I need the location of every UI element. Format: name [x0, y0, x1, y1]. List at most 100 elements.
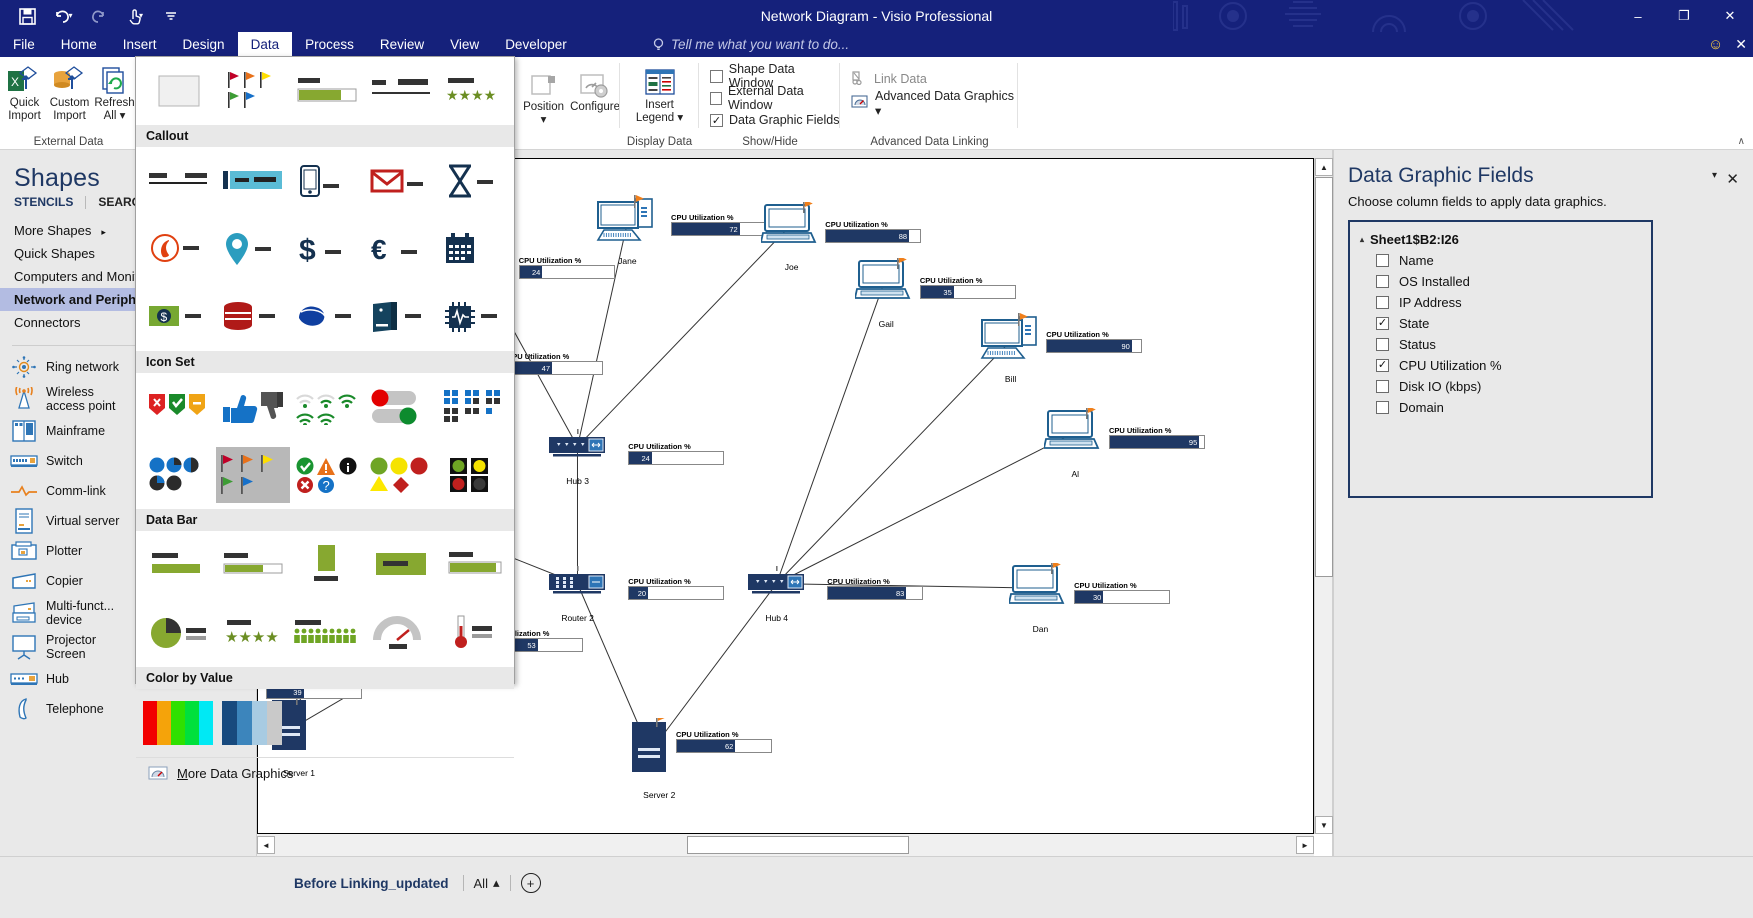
shape-item-switch[interactable]: Switch [0, 446, 128, 476]
shape-item-mainframe[interactable]: Mainframe [0, 416, 128, 446]
gallery-item-flags-iconset[interactable] [216, 447, 290, 503]
gallery-item-outline-bar-databar[interactable] [216, 537, 290, 593]
gallery-item-vertical-bar-databar[interactable] [290, 537, 364, 593]
gallery-item-hourglass-callout[interactable] [438, 153, 512, 209]
ribbon-tab-design[interactable]: Design [170, 32, 238, 57]
ribbon-tab-data[interactable]: Data [238, 32, 293, 57]
checkbox-box[interactable]: ✓ [710, 114, 723, 127]
configure-button[interactable]: Configure [570, 67, 620, 127]
field-list-box[interactable]: ▴ Sheet1$B2:I26 NameOS InstalledIP Addre… [1348, 220, 1653, 498]
sheet-node[interactable]: ▴ Sheet1$B2:I26 [1350, 228, 1651, 250]
shape-item-comm-link[interactable]: Comm-link [0, 476, 128, 506]
gallery-item-thumbs-iconset[interactable] [216, 379, 290, 435]
gallery-item-fill-box-databar[interactable] [364, 537, 438, 593]
horizontal-scroll-thumb[interactable] [687, 836, 909, 854]
checkbox-box[interactable] [710, 70, 723, 83]
shape-item-virtual-server[interactable]: Virtual server [0, 506, 128, 536]
custom-import-button[interactable]: Custom Import [47, 63, 92, 123]
gallery-item-money-callout[interactable]: $ [142, 289, 216, 345]
diagram-node-router2[interactable] [547, 566, 609, 601]
ribbon-tab-process[interactable]: Process [292, 32, 367, 57]
gallery-item-blank-thumb[interactable] [142, 63, 216, 119]
shape-item-plotter[interactable]: Plotter [0, 536, 128, 566]
field-row-status[interactable]: Status [1350, 334, 1651, 355]
minimize-button[interactable]: – [1615, 0, 1661, 32]
field-checkbox[interactable]: ✓ [1376, 359, 1389, 372]
shape-item-copier[interactable]: Copier [0, 566, 128, 596]
position-caret[interactable]: ▾ [541, 114, 547, 127]
refresh-all-button[interactable]: Refresh All ▾ [92, 63, 137, 123]
field-row-ip-address[interactable]: IP Address [1350, 292, 1651, 313]
field-checkbox[interactable] [1376, 254, 1389, 267]
field-checkbox[interactable] [1376, 401, 1389, 414]
ribbon-tab-home[interactable]: Home [48, 32, 110, 57]
gallery-item-envelope-callout[interactable] [364, 153, 438, 209]
shape-item-ring-network[interactable]: Ring network [0, 352, 128, 382]
diagram-node-bill[interactable] [980, 313, 1042, 366]
connector-bill-hub4[interactable] [777, 341, 1011, 584]
shape-item-wireless-access-point[interactable]: Wireless access point [0, 382, 128, 416]
shape-item-hub[interactable]: Hub [0, 664, 128, 694]
diagram-node-hub3[interactable] [547, 429, 609, 464]
tell-me-box[interactable]: Tell me what you want to do... [634, 32, 849, 57]
diagram-node-dan[interactable] [1009, 563, 1067, 610]
gallery-item-progress-bar-databar[interactable] [142, 537, 216, 593]
field-checkbox[interactable]: ✓ [1376, 317, 1389, 330]
connector-al-hub4[interactable] [777, 433, 1074, 584]
field-row-disk-io-kbps-[interactable]: Disk IO (kbps) [1350, 376, 1651, 397]
scroll-right-button[interactable]: ► [1296, 836, 1314, 854]
gallery-item-calendar-callout[interactable] [438, 221, 512, 277]
pane-close-icon[interactable]: ✕ [1726, 170, 1739, 188]
insert-legend-button[interactable]: Insert Legend ▾ [625, 65, 695, 125]
shape-item-telephone[interactable]: Telephone [0, 694, 128, 724]
gallery-item-people-databar[interactable] [290, 605, 364, 661]
field-row-state[interactable]: ✓State [1350, 313, 1651, 334]
ribbon-tab-developer[interactable]: Developer [492, 32, 580, 57]
vertical-scrollbar[interactable]: ▲ ▼ [1314, 158, 1332, 834]
gallery-item-phone-ring-callout[interactable] [142, 221, 216, 277]
horizontal-scrollbar[interactable]: ◄ ► [257, 834, 1314, 856]
data-graphics-gallery-dropdown[interactable]: ★★★★Callout$€$Icon Set?Data Bar★★★★Color… [135, 56, 515, 684]
gallery-item-euro-callout[interactable]: € [364, 221, 438, 277]
gallery-item-flags-thumb[interactable] [216, 63, 290, 119]
checkbox-box[interactable] [710, 92, 722, 105]
gallery-item-blue-colorscale[interactable] [216, 695, 290, 751]
gallery-item-trafficlight-iconset[interactable] [438, 447, 512, 503]
gallery-item-map-pin-callout[interactable] [216, 221, 290, 277]
ribbon-tab-file[interactable]: File [0, 32, 48, 57]
gallery-item-wifi-iconset[interactable] [290, 379, 364, 435]
gallery-item-pie-databar[interactable] [142, 605, 216, 661]
gallery-item-two-line-callout[interactable] [142, 153, 216, 209]
link-data-button[interactable]: Link Data [851, 67, 1018, 91]
checkbox-external-data-window[interactable]: External Data Window [710, 87, 840, 109]
scroll-up-button[interactable]: ▲ [1315, 158, 1333, 176]
gallery-item-circles-iconset[interactable] [364, 447, 438, 503]
gallery-item-server-callout[interactable] [364, 289, 438, 345]
collapse-ribbon-icon[interactable]: ∧ [1738, 136, 1745, 147]
gallery-item-pie-iconset[interactable] [142, 447, 216, 503]
field-checkbox[interactable] [1376, 338, 1389, 351]
gallery-item-blocks-iconset[interactable] [438, 379, 512, 435]
quick-import-button[interactable]: X Quick Import [2, 63, 47, 123]
gallery-item-data-bar-thumb[interactable] [290, 63, 364, 119]
pane-menu-icon[interactable]: ▾ [1712, 170, 1717, 181]
field-checkbox[interactable] [1376, 296, 1389, 309]
gallery-item-rainbow-colorscale[interactable] [142, 695, 216, 751]
gallery-item-toggle-iconset[interactable] [364, 379, 438, 435]
shape-item-multi-funct-device[interactable]: Multi-funct... device [0, 596, 128, 630]
field-row-os-installed[interactable]: OS Installed [1350, 271, 1651, 292]
field-row-name[interactable]: Name [1350, 250, 1651, 271]
ribbon-right-icons[interactable]: ☺ ✕ [1708, 32, 1747, 57]
gallery-item-smartphone-callout[interactable] [290, 153, 364, 209]
advanced-data-graphics-button[interactable]: Advanced Data Graphics ▾ [851, 91, 1018, 115]
window-controls[interactable]: – ❐ ✕ [1615, 0, 1753, 32]
gallery-item-text-rule-thumb[interactable] [364, 63, 438, 119]
close-button[interactable]: ✕ [1707, 0, 1753, 32]
diagram-node-gail[interactable] [855, 258, 913, 305]
diagram-node-al[interactable] [1044, 408, 1102, 455]
more-data-graphics-item[interactable]: More Data Graphics [136, 757, 514, 788]
feedback-smiley-icon[interactable]: ☺ [1708, 36, 1723, 53]
ribbon-tab-review[interactable]: Review [367, 32, 437, 57]
field-checkbox[interactable] [1376, 275, 1389, 288]
ribbon-close-icon[interactable]: ✕ [1735, 36, 1747, 53]
